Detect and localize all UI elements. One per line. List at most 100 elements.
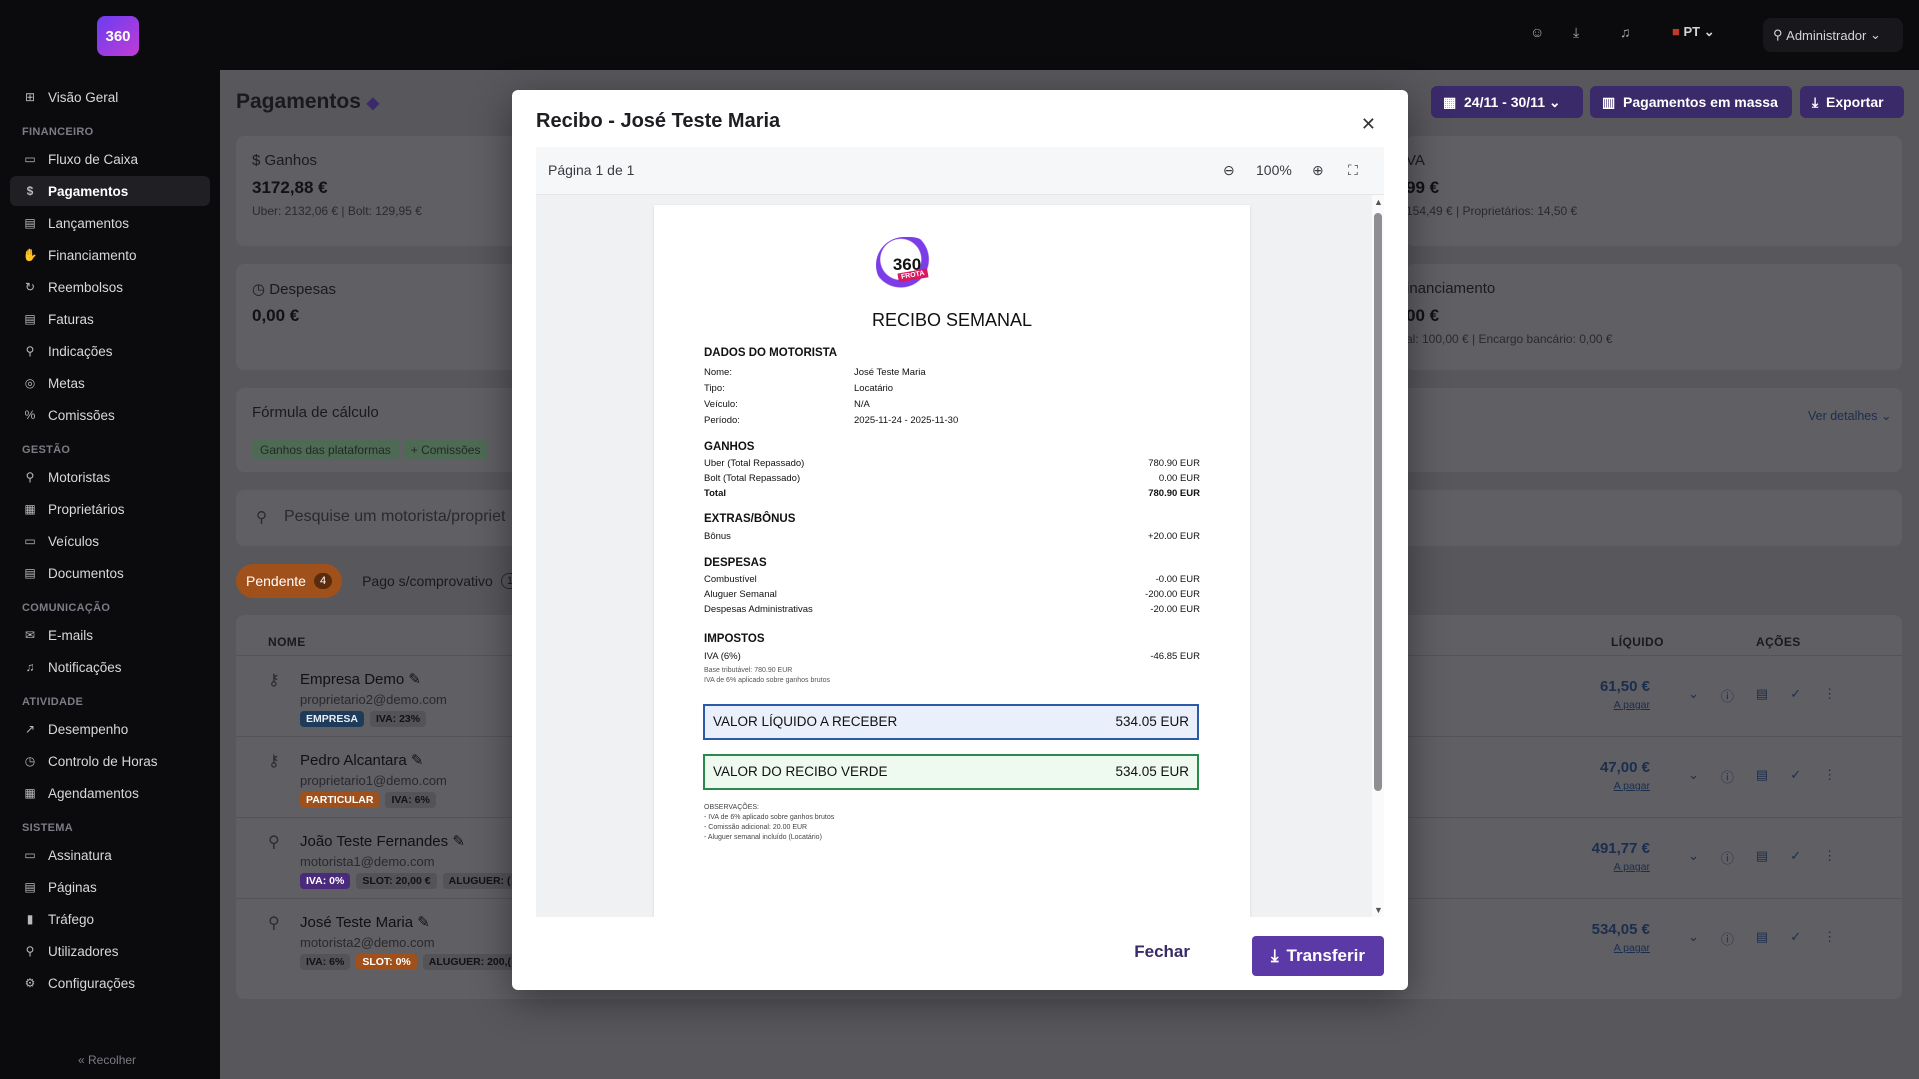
more-icon[interactable]: ⋮ xyxy=(1823,848,1836,867)
pages-icon: ▤ xyxy=(24,880,36,894)
earnings-label: Uber (Total Repassado) xyxy=(704,458,805,469)
sidebar-item-documentos[interactable]: ▤ Documentos xyxy=(10,558,210,588)
chevron-down-icon[interactable]: ⌄ xyxy=(1688,686,1699,705)
sidebar-item-trafego[interactable]: ▮ Tráfego xyxy=(10,904,210,934)
receipt-logo: 360 FROTA xyxy=(876,237,938,293)
sidebar-item-assinatura[interactable]: ▭ Assinatura xyxy=(10,840,210,870)
sidebar-item-emails[interactable]: ✉ E-mails xyxy=(10,620,210,650)
sidebar-item-pagamentos[interactable]: $ Pagamentos xyxy=(10,176,210,206)
zoom-in-icon[interactable]: ⊕ xyxy=(1312,162,1324,179)
target-icon: ◎ xyxy=(24,376,36,390)
sidebar-item-motoristas[interactable]: ⚲ Motoristas xyxy=(10,462,210,492)
search-input[interactable]: Pesquise um motorista/propriet xyxy=(284,508,505,526)
close-icon[interactable]: ✕ xyxy=(1361,114,1376,135)
receipt-icon[interactable]: ▤ xyxy=(1756,767,1768,786)
taxes-section-title: IMPOSTOS xyxy=(704,633,765,645)
earnings-card: $ Ganhos 3172,88 € Uber: 2132,06 € | Bol… xyxy=(236,136,536,246)
sidebar-item-faturas[interactable]: ▤ Faturas xyxy=(10,304,210,334)
details-link[interactable]: Ver detalhes ⌄ xyxy=(1808,408,1891,423)
sidebar-item-fluxo-de-caixa[interactable]: ▭ Fluxo de Caixa xyxy=(10,144,210,174)
receipt-icon[interactable]: ▤ xyxy=(1756,686,1768,705)
check-circle-icon[interactable]: ✓ xyxy=(1790,767,1801,786)
close-button[interactable]: Fechar xyxy=(1134,942,1190,962)
sidebar-item-comissoes[interactable]: % Comissões xyxy=(10,400,210,430)
bulk-payments-button[interactable]: ▥ Pagamentos em massa xyxy=(1590,86,1792,118)
receipt-icon[interactable]: ▤ xyxy=(1756,929,1768,948)
row-amount: 534,05 € xyxy=(1591,921,1650,938)
receipt-document: 360 FROTA RECIBO SEMANAL DADOS DO MOTORI… xyxy=(654,205,1250,917)
pdf-viewer[interactable]: 360 FROTA RECIBO SEMANAL DADOS DO MOTORI… xyxy=(536,195,1384,917)
info-icon[interactable]: ⓘ xyxy=(1721,686,1734,705)
earnings-value: 3172,88 € xyxy=(252,178,328,197)
more-icon[interactable]: ⋮ xyxy=(1823,686,1836,705)
sidebar-item-proprietarios[interactable]: ▦ Proprietários xyxy=(10,494,210,524)
chevron-down-icon[interactable]: ⌄ xyxy=(1688,929,1699,948)
vat-badge: IVA: 6% xyxy=(300,954,351,970)
tab-pendente[interactable]: Pendente 4 xyxy=(236,564,343,598)
formula-chips: Ganhos das plataformas + Comissões xyxy=(252,440,492,460)
tab-count: 4 xyxy=(313,573,333,589)
check-circle-icon[interactable]: ✓ xyxy=(1790,686,1801,705)
scroll-down-icon[interactable]: ▼ xyxy=(1374,905,1383,915)
edit-icon[interactable]: ✎ xyxy=(417,914,430,931)
check-circle-icon[interactable]: ✓ xyxy=(1790,929,1801,948)
sidebar-section-atividade: ATIVIDADE xyxy=(22,696,84,708)
expenses-section-title: DESPESAS xyxy=(704,557,767,569)
info-icon[interactable]: ⓘ xyxy=(1721,767,1734,786)
check-circle-icon[interactable]: ✓ xyxy=(1790,848,1801,867)
sidebar-item-visao-geral[interactable]: ⊞ Visão Geral xyxy=(10,82,210,112)
scroll-up-icon[interactable]: ▲ xyxy=(1374,197,1383,207)
language-selector[interactable]: ■ PT ⌄ xyxy=(1672,24,1715,40)
more-icon[interactable]: ⋮ xyxy=(1823,929,1836,948)
sidebar-item-controlo-de-horas[interactable]: ◷ Controlo de Horas xyxy=(10,746,210,776)
sidebar-item-paginas[interactable]: ▤ Páginas xyxy=(10,872,210,902)
download-button[interactable]: ⤓ Transferir xyxy=(1252,936,1384,976)
robot-icon[interactable]: ☺ xyxy=(1530,24,1544,40)
sidebar-item-metas[interactable]: ◎ Metas xyxy=(10,368,210,398)
pdf-toolbar: Página 1 de 1 ⊖ 100% ⊕ ⛶ xyxy=(536,147,1384,195)
receipt-icon[interactable]: ▤ xyxy=(1756,848,1768,867)
more-icon[interactable]: ⋮ xyxy=(1823,767,1836,786)
tab-pago-sem-comprovativo[interactable]: Pago s/comprovativo 1 xyxy=(352,564,529,598)
expenses-label: Aluguer Semanal xyxy=(704,589,777,600)
info-icon[interactable]: ⓘ xyxy=(1721,929,1734,948)
sidebar-item-notificacoes[interactable]: ♫ Notificações xyxy=(10,652,210,682)
user-icon: ⚲ xyxy=(25,470,35,484)
dollar-icon: $ xyxy=(26,184,34,198)
sidebar-item-reembolsos[interactable]: ↻ Reembolsos xyxy=(10,272,210,302)
edit-icon[interactable]: ✎ xyxy=(452,833,465,850)
edit-icon[interactable]: ✎ xyxy=(411,752,424,769)
scrollbar-thumb[interactable] xyxy=(1374,213,1382,791)
row-name: João Teste Fernandes ✎ xyxy=(300,833,465,850)
user-menu[interactable]: ⚲ Administrador ⌄ xyxy=(1763,18,1903,52)
zoom-out-icon[interactable]: ⊖ xyxy=(1223,162,1235,179)
sidebar-item-configuracoes[interactable]: ⚙ Configurações xyxy=(10,968,210,998)
formula-title: Fórmula de cálculo xyxy=(252,404,379,421)
bank-icon: ▥ xyxy=(1602,93,1616,110)
sidebar-item-agendamentos[interactable]: ▦ Agendamentos xyxy=(10,778,210,808)
observation-line: - Comissão adicional: 20.00 EUR xyxy=(704,824,808,831)
rent-badge: ALUGUER: ( xyxy=(442,873,517,889)
download-icon[interactable]: ⤓ xyxy=(1573,24,1579,41)
sidebar-item-indicacoes[interactable]: ⚲ Indicações xyxy=(10,336,210,366)
fullscreen-icon[interactable]: ⛶ xyxy=(1348,162,1358,179)
bar-chart-icon: ▮ xyxy=(26,912,34,926)
sidebar-item-desempenho[interactable]: ↗ Desempenho xyxy=(10,714,210,744)
chevron-down-icon[interactable]: ⌄ xyxy=(1688,767,1699,786)
sidebar-item-lancamentos[interactable]: ▤ Lançamentos xyxy=(10,208,210,238)
row-amount: 47,00 € xyxy=(1599,759,1650,776)
bell-icon[interactable]: ♫ xyxy=(1620,24,1631,40)
sidebar-item-utilizadores[interactable]: ⚲ Utilizadores xyxy=(10,936,210,966)
observations-title: OBSERVAÇÕES: xyxy=(704,804,759,811)
viewer-scrollbar[interactable]: ▲ ▼ xyxy=(1372,195,1384,917)
date-range-button[interactable]: ▦ 24/11 - 30/11 ⌄ xyxy=(1431,86,1583,118)
export-button[interactable]: ⤓ Exportar xyxy=(1800,86,1904,118)
column-header-actions: AÇÕES xyxy=(1756,635,1801,649)
chevron-down-icon[interactable]: ⌄ xyxy=(1688,848,1699,867)
sidebar-item-financiamento[interactable]: ✋ Financiamento xyxy=(10,240,210,270)
app-logo[interactable]: 360 xyxy=(97,16,139,56)
info-icon[interactable]: ⓘ xyxy=(1721,848,1734,867)
collapse-sidebar-button[interactable]: « Recolher xyxy=(78,1053,136,1067)
edit-icon[interactable]: ✎ xyxy=(408,671,421,688)
sidebar-item-veiculos[interactable]: ▭ Veículos xyxy=(10,526,210,556)
